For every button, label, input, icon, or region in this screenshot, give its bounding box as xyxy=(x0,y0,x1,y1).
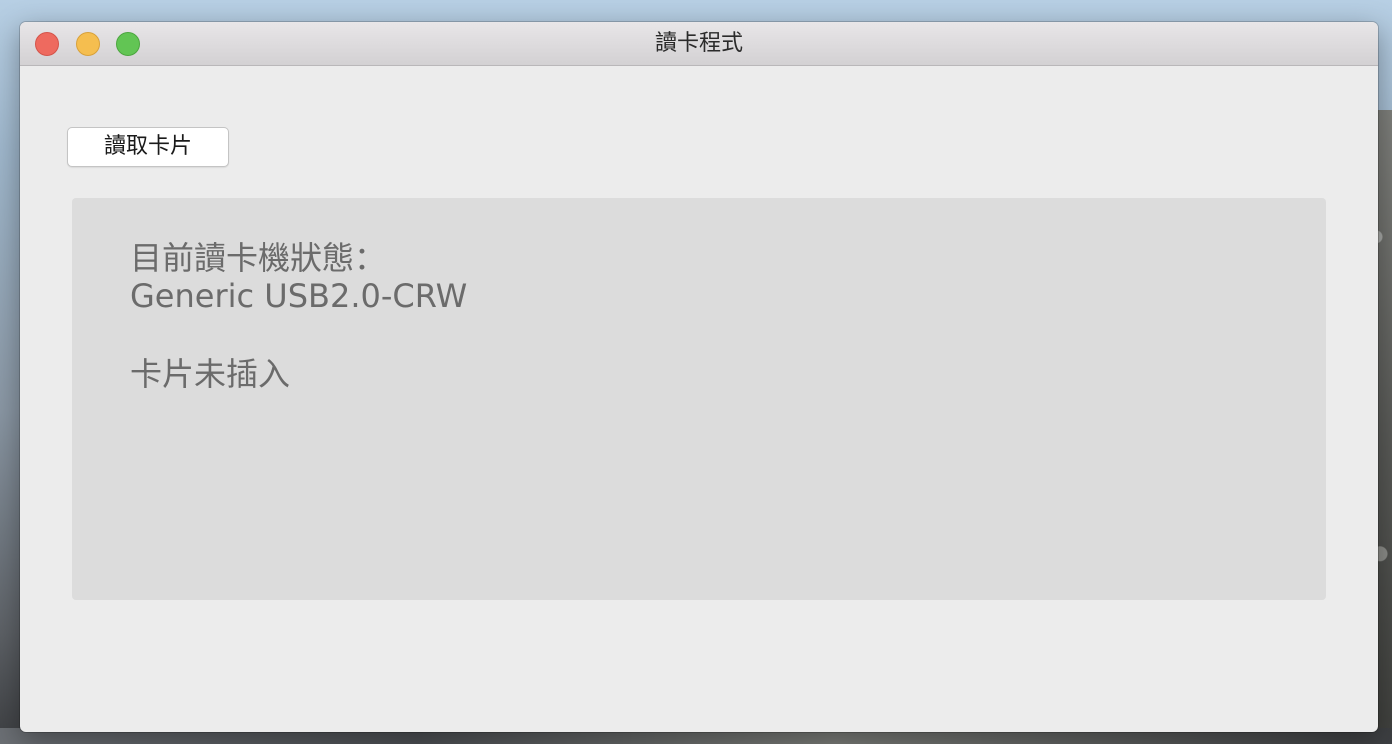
card-state: 卡片未插入 xyxy=(130,355,291,393)
window-title: 讀卡程式 xyxy=(654,31,743,56)
reader-name: Generic USB2.0-CRW xyxy=(130,277,468,315)
window-titlebar[interactable]: 讀卡程式 xyxy=(20,22,1378,66)
reader-status-label: 目前讀卡機狀態： xyxy=(130,239,387,277)
app-window: 讀卡程式 讀取卡片 目前讀卡機狀態： Generic USB2.0-CRW 卡片… xyxy=(20,22,1378,732)
status-panel: 目前讀卡機狀態： Generic USB2.0-CRW 卡片未插入 xyxy=(72,198,1326,600)
read-card-button[interactable]: 讀取卡片 xyxy=(67,127,229,167)
